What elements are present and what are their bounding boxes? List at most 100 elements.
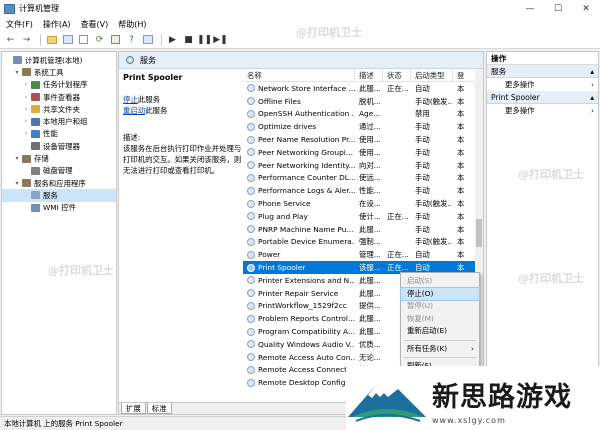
show-hide-tree-icon[interactable] — [61, 33, 74, 46]
service-start: 手动(触发... — [415, 199, 453, 209]
maximize-button[interactable]: ☐ — [544, 0, 572, 17]
stop-service-icon[interactable]: ■ — [182, 33, 195, 46]
column-startup-type[interactable]: 启动类型 — [411, 69, 453, 82]
actions-section-services[interactable]: 服务 ▴ — [487, 65, 598, 78]
more-actions-print-spooler[interactable]: 更多操作 › — [487, 104, 598, 117]
properties-icon[interactable] — [77, 33, 90, 46]
collapse-arrow-icon[interactable]: › — [22, 81, 30, 88]
actions-section-print-spooler[interactable]: Print Spooler ▴ — [487, 91, 598, 104]
menu-view[interactable]: 查看(V) — [81, 19, 109, 30]
service-name: PNRP Machine Name Pu... — [243, 225, 355, 234]
help-icon[interactable]: ? — [125, 33, 138, 46]
start-service-icon[interactable]: ▶ — [166, 33, 179, 46]
export-list-icon[interactable] — [109, 33, 122, 46]
expand-arrow-icon[interactable]: ▾ — [13, 69, 21, 76]
service-start: 手动 — [415, 186, 430, 196]
menu-help[interactable]: 帮助(H) — [118, 19, 146, 30]
collapse-icon: ▴ — [590, 93, 594, 102]
scrollbar-thumb[interactable] — [476, 219, 482, 247]
tree-node[interactable]: ▾ 系统工具 — [2, 66, 116, 78]
tab-standard[interactable]: 标准 — [146, 403, 172, 414]
service-desc: 此服... — [359, 275, 381, 285]
tree-node-label: 服务和应用程序 — [34, 178, 86, 188]
stop-service-link[interactable]: 停止 — [123, 95, 138, 104]
pause-service-icon[interactable]: ❚❚ — [197, 33, 212, 46]
service-name-text: Performance Logs & Aler... — [258, 186, 355, 196]
tree-node[interactable]: ▾ 服务和应用程序 — [2, 177, 116, 189]
service-gear-icon — [247, 237, 255, 246]
expand-arrow-icon[interactable]: ▾ — [13, 155, 21, 162]
tree-node[interactable]: › 共享文件夹 — [2, 103, 116, 115]
tree-node[interactable]: › 事件查看器 — [2, 91, 116, 103]
service-start: 手动 — [415, 135, 430, 145]
context-menu-item[interactable]: 停止(O) — [400, 286, 480, 301]
tree-node[interactable]: › 性能 — [2, 128, 116, 140]
back-icon[interactable]: ← — [4, 33, 17, 46]
service-row[interactable]: Network Store Interface ... 此服... 正在... 自动本 — [243, 82, 483, 95]
site-brand: 新思路游戏 — [432, 381, 572, 413]
view-icon[interactable] — [141, 33, 154, 46]
tree-node[interactable]: WMI 控件 — [2, 202, 116, 214]
context-menu-item[interactable]: 重新启动(E) — [401, 325, 479, 338]
service-row[interactable]: Peer Networking Identity... 向对... 手动本 — [243, 159, 483, 172]
service-row[interactable]: Optimize drives 通过... 手动本 — [243, 120, 483, 133]
service-desc: 无论... — [359, 352, 381, 362]
service-row[interactable]: Offline Files 脱机... 手动(触发... 本 — [243, 95, 483, 108]
collapse-arrow-icon[interactable]: › — [22, 94, 30, 101]
column-description[interactable]: 描述 — [355, 69, 383, 82]
service-name: OpenSSH Authentication ... — [243, 109, 355, 118]
service-desc: 提供... — [359, 301, 381, 311]
minimize-button[interactable]: — — [516, 0, 544, 17]
close-button[interactable]: ✕ — [572, 0, 600, 17]
service-desc: 该服... — [359, 263, 381, 273]
menu-file[interactable]: 文件(F) — [6, 19, 33, 30]
service-gear-icon — [247, 148, 255, 157]
service-row[interactable]: Peer Networking Groupi... 使用... 手动本 — [243, 146, 483, 159]
tree-node[interactable]: 计算机管理(本地) — [2, 54, 116, 66]
expand-arrow-icon[interactable]: ▾ — [13, 180, 21, 187]
tree-node-icon — [22, 179, 31, 188]
refresh-icon[interactable]: ⟳ — [93, 33, 106, 46]
forward-icon[interactable]: → — [20, 33, 33, 46]
tab-extended[interactable]: 扩展 — [121, 403, 146, 414]
service-start: 手动 — [415, 122, 430, 132]
service-row[interactable]: Performance Logs & Aler... 性能... 手动本 — [243, 184, 483, 197]
restart-service-link[interactable]: 重启动 — [123, 106, 145, 115]
more-actions-services[interactable]: 更多操作 › — [487, 78, 598, 91]
menu-action[interactable]: 操作(A) — [43, 19, 71, 30]
tree-node[interactable]: › 任务计划程序 — [2, 79, 116, 91]
service-name: Remote Access Connecti... — [243, 365, 355, 374]
service-row[interactable]: Performance Counter DL... 使远... 手动本 — [243, 172, 483, 185]
collapse-arrow-icon[interactable]: › — [22, 118, 30, 125]
context-menu-label: 重新启动(E) — [407, 326, 447, 335]
column-name[interactable]: 名称 — [243, 69, 355, 82]
collapse-arrow-icon[interactable]: › — [22, 130, 30, 137]
service-row[interactable]: Portable Device Enumera... 强制... 手动(触发... 本 — [243, 236, 483, 249]
tree-node[interactable]: › 本地用户和组 — [2, 115, 116, 127]
service-row[interactable]: PNRP Machine Name Pu... 此服... 手动本 — [243, 223, 483, 236]
service-row[interactable]: Power 管理... 正在... 自动本 — [243, 248, 483, 261]
stop-service-line: 停止此服务 — [123, 94, 240, 105]
service-name-text: Peer Name Resolution Pr... — [258, 135, 355, 145]
service-name-text: Network Store Interface ... — [258, 83, 355, 93]
collapse-arrow-icon[interactable]: › — [22, 106, 30, 113]
service-row[interactable]: OpenSSH Authentication ... Age... 禁用本 — [243, 108, 483, 121]
tree-node[interactable]: ▾ 存储 — [2, 152, 116, 164]
tree-node[interactable]: 服务 — [2, 189, 116, 202]
service-gear-icon — [247, 225, 255, 234]
tree-node-label: 共享文件夹 — [43, 104, 80, 114]
column-status[interactable]: 状态 — [383, 69, 411, 82]
folder-up-icon[interactable] — [45, 33, 58, 46]
tree-node-label: 事件查看器 — [43, 92, 80, 102]
service-row[interactable]: Phone Service 在设... 手动(触发... 本 — [243, 197, 483, 210]
context-menu-item[interactable]: 所有任务(K) › — [401, 343, 479, 356]
service-status: 正在... — [387, 250, 409, 260]
service-row[interactable]: Peer Name Resolution Pr... 使用... 手动本 — [243, 133, 483, 146]
restart-service-icon[interactable]: ▶❚ — [213, 33, 227, 46]
tree-node-label: 服务 — [43, 190, 58, 200]
site-url: www.xslgy.com — [432, 416, 506, 425]
service-name-text: Printer Extensions and N... — [258, 275, 355, 285]
tree-node[interactable]: 磁盘管理 — [2, 165, 116, 177]
service-row[interactable]: Plug and Play 使计... 正在... 手动本 — [243, 210, 483, 223]
tree-node[interactable]: 设备管理器 — [2, 140, 116, 152]
